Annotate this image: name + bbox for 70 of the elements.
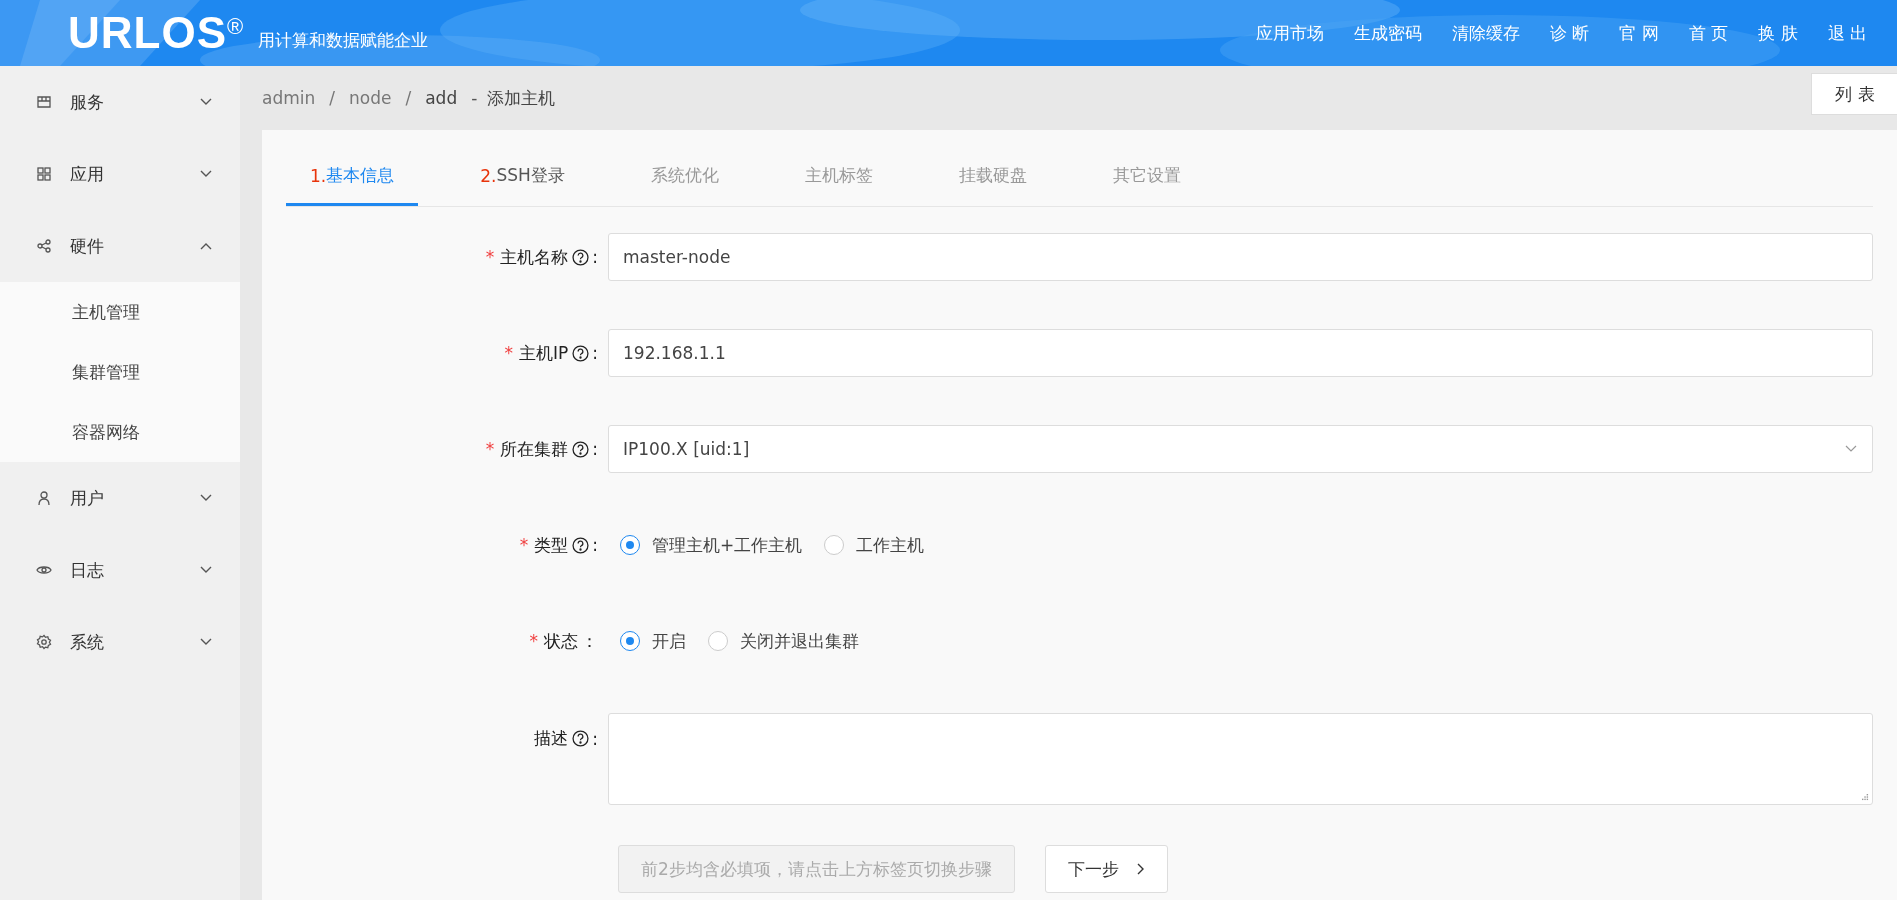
- required-mark: *: [529, 631, 538, 651]
- field-label: 描述: [534, 727, 569, 750]
- chevron-down-icon: [1844, 445, 1858, 453]
- sidebar-item[interactable]: 服务: [0, 66, 240, 138]
- breadcrumb-separator: /: [405, 88, 412, 108]
- text-input[interactable]: 192.168.1.1: [608, 329, 1873, 377]
- label-colon: :: [592, 247, 598, 267]
- help-icon[interactable]: [572, 730, 590, 747]
- grid-icon: [36, 166, 52, 182]
- text-input[interactable]: master-node: [608, 233, 1873, 281]
- required-mark: *: [485, 439, 495, 459]
- field-label: 所在集群: [500, 437, 569, 461]
- help-icon[interactable]: [572, 248, 590, 266]
- sidebar-item[interactable]: 用户: [0, 462, 240, 534]
- sidebar-item[interactable]: 系统: [0, 606, 240, 678]
- submenu-item[interactable]: 主机管理: [0, 282, 240, 342]
- nav-link[interactable]: 换 肤: [1758, 21, 1798, 45]
- required-mark: *: [519, 535, 529, 555]
- field-label: 主机IP: [519, 341, 569, 365]
- user-icon: [36, 490, 52, 506]
- radio-button[interactable]: [824, 535, 845, 555]
- required-mark: *: [504, 343, 513, 363]
- chevron-down-icon: [200, 170, 212, 178]
- list-button[interactable]: 列 表: [1811, 73, 1897, 115]
- breadcrumb-link[interactable]: add: [425, 88, 458, 108]
- label-colon: :: [592, 439, 598, 459]
- radio-option[interactable]: 工作主机: [824, 533, 925, 557]
- help-icon[interactable]: [572, 344, 590, 362]
- radio-button[interactable]: [620, 631, 640, 651]
- breadcrumb-separator: /: [329, 88, 335, 108]
- select-field[interactable]: IP100.X [uid:1]: [608, 425, 1873, 473]
- tab[interactable]: 2.SSH登录: [456, 148, 589, 206]
- next-button[interactable]: 下一步: [1044, 845, 1168, 893]
- breadcrumb-link[interactable]: admin: [262, 88, 316, 108]
- help-icon[interactable]: [572, 536, 590, 554]
- submenu-item[interactable]: 集群管理: [0, 342, 240, 402]
- resize-grip-icon[interactable]: [1862, 794, 1869, 801]
- required-mark: *: [485, 247, 495, 267]
- title-separator: -: [471, 88, 478, 108]
- submenu-item[interactable]: 容器网络: [0, 402, 240, 462]
- page-title: 添加主机: [487, 86, 556, 110]
- radio-button[interactable]: [620, 535, 640, 555]
- sidebar-item[interactable]: 日志: [0, 534, 240, 606]
- chevron-down-icon: [200, 98, 212, 106]
- gear-icon: [36, 634, 52, 650]
- breadcrumb-link[interactable]: node: [349, 88, 392, 108]
- chevron-down-icon: [200, 638, 212, 646]
- radio-option[interactable]: 关闭并退出集群: [708, 629, 859, 653]
- radio-option[interactable]: 管理主机+工作主机: [620, 533, 803, 557]
- field-label: 主机名称: [500, 245, 569, 269]
- chevron-down-icon: [200, 566, 212, 574]
- field-label: 状态: [544, 629, 578, 653]
- logo[interactable]: URLOS$^{®}$: [68, 8, 245, 58]
- share-icon: [36, 238, 52, 254]
- nav-link[interactable]: 退 出: [1827, 21, 1867, 45]
- sidebar-item[interactable]: 硬件: [0, 210, 240, 282]
- chevron-up-icon: [200, 242, 212, 250]
- label-colon: ：: [581, 629, 598, 653]
- help-icon[interactable]: [572, 440, 590, 458]
- chevron-right-icon: [1136, 863, 1145, 875]
- label-colon: :: [592, 343, 598, 363]
- tagline: 用计算和数据赋能企业: [258, 29, 429, 52]
- label-colon: :: [592, 535, 598, 555]
- radio-option[interactable]: 开启: [620, 629, 686, 653]
- radio-button[interactable]: [708, 631, 728, 651]
- tab[interactable]: 1.基本信息: [286, 148, 419, 206]
- field-label: 类型: [534, 533, 569, 557]
- sidebar-item[interactable]: 应用: [0, 138, 240, 210]
- chevron-down-icon: [200, 494, 212, 502]
- label-colon: :: [592, 728, 598, 749]
